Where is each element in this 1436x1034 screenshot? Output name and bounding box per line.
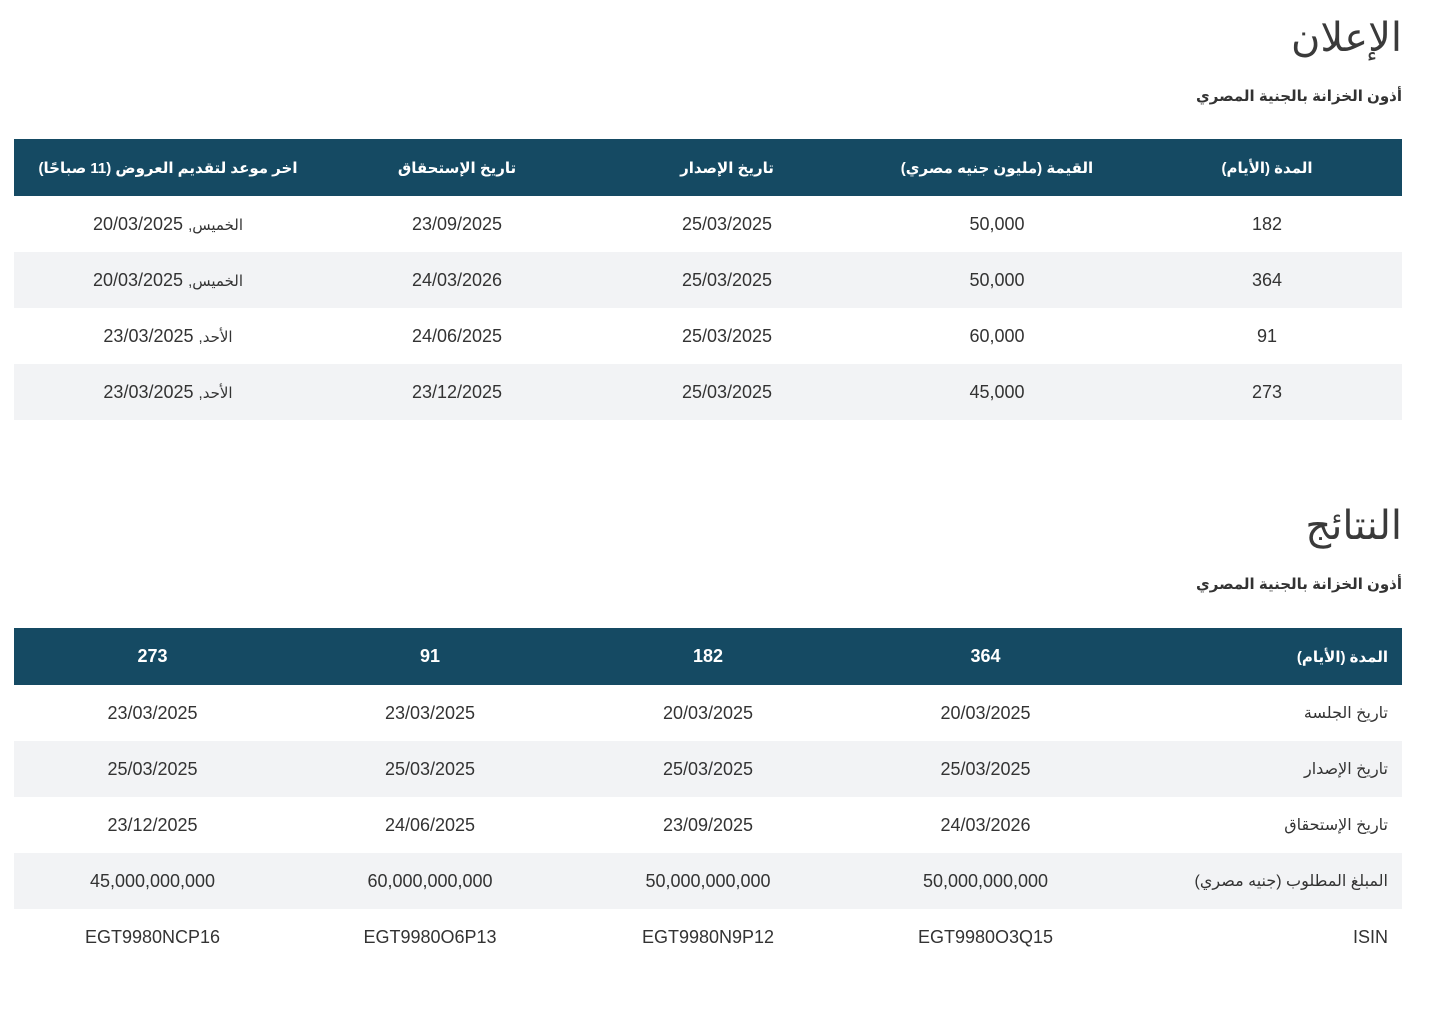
maturity-date-cell: 23/12/2025: [322, 364, 592, 420]
table-cell: 25/03/2025: [291, 741, 569, 797]
announcement-table: المدة (الأيام) القيمة (مليون جنيه مصري) …: [14, 139, 1402, 420]
maturity-date-cell: 24/06/2025: [322, 308, 592, 364]
header-duration: المدة (الأيام): [1132, 139, 1402, 196]
table-cell: 24/06/2025: [291, 797, 569, 853]
table-cell: EGT9980O3Q15: [847, 909, 1124, 965]
row-label: تاريخ الإستحقاق: [1124, 797, 1402, 853]
table-row: 91 60,000 25/03/2025 24/06/2025 الأحد, 2…: [14, 308, 1402, 364]
header-maturity-date: تاريخ الإستحقاق: [322, 139, 592, 196]
row-label: المبلغ المطلوب (جنيه مصري): [1124, 853, 1402, 909]
table-cell: 25/03/2025: [569, 741, 847, 797]
table-cell: 50,000,000,000: [847, 853, 1124, 909]
announcement-subtitle: أذون الخزانة بالجنية المصري: [1196, 88, 1402, 105]
table-cell: EGT9980NCP16: [14, 909, 291, 965]
deadline-date: 20/03/2025: [92, 213, 184, 234]
maturity-date-cell: 24/03/2026: [322, 252, 592, 308]
table-cell: 20/03/2025: [847, 685, 1124, 741]
header-deadline: اخر موعد لتقديم العروض (11 صباحًا): [14, 139, 322, 196]
issue-date-cell: 25/03/2025: [592, 252, 862, 308]
header-issue-date: تاريخ الإصدار: [592, 139, 862, 196]
table-cell: 60,000,000,000: [291, 853, 569, 909]
table-row: تاريخ الإستحقاق 24/03/2026 23/09/2025 24…: [14, 797, 1402, 853]
duration-cell: 182: [1132, 196, 1402, 252]
table-cell: 23/03/2025: [14, 685, 291, 741]
table-cell: 23/12/2025: [14, 797, 291, 853]
header-duration-label: المدة (الأيام): [1124, 628, 1402, 685]
issue-date-cell: 25/03/2025: [592, 364, 862, 420]
deadline-cell: الأحد, 23/03/2025: [14, 308, 322, 364]
value-cell: 50,000: [862, 196, 1132, 252]
table-row: 182 50,000 25/03/2025 23/09/2025 الخميس,…: [14, 196, 1402, 252]
duration-cell: 364: [1132, 252, 1402, 308]
table-cell: 20/03/2025: [569, 685, 847, 741]
table-row: تاريخ الإصدار 25/03/2025 25/03/2025 25/0…: [14, 741, 1402, 797]
table-cell: 23/09/2025: [569, 797, 847, 853]
deadline-date: 23/03/2025: [103, 325, 194, 346]
table-row: تاريخ الجلسة 20/03/2025 20/03/2025 23/03…: [14, 685, 1402, 741]
table-row: 364 50,000 25/03/2025 24/03/2026 الخميس,…: [14, 252, 1402, 308]
table-cell: 50,000,000,000: [569, 853, 847, 909]
results-table: المدة (الأيام) 364 182 91 273 تاريخ الجل…: [14, 628, 1402, 965]
results-table-header: المدة (الأيام) 364 182 91 273: [14, 628, 1402, 685]
row-label: تاريخ الإصدار: [1124, 741, 1402, 797]
deadline-day: الأحد,: [198, 328, 233, 346]
table-cell: 24/03/2026: [847, 797, 1124, 853]
issue-date-cell: 25/03/2025: [592, 308, 862, 364]
row-label: ISIN: [1124, 909, 1402, 965]
value-cell: 50,000: [862, 252, 1132, 308]
deadline-cell: الخميس, 20/03/2025: [14, 196, 322, 252]
table-row: ISIN EGT9980O3Q15 EGT9980N9P12 EGT9980O6…: [14, 909, 1402, 965]
deadline-cell: الخميس, 20/03/2025: [14, 252, 322, 308]
results-subtitle: أذون الخزانة بالجنية المصري: [1196, 576, 1402, 593]
table-row: 273 45,000 25/03/2025 23/12/2025 الأحد, …: [14, 364, 1402, 420]
header-duration-value: 364: [847, 628, 1124, 685]
header-duration-value: 182: [569, 628, 847, 685]
deadline-day: الخميس,: [188, 216, 244, 234]
results-title: النتائج: [1305, 504, 1402, 548]
deadline-date: 20/03/2025: [92, 269, 184, 290]
table-cell: EGT9980N9P12: [569, 909, 847, 965]
deadline-day: الخميس,: [188, 272, 244, 290]
table-cell: 45,000,000,000: [14, 853, 291, 909]
deadline-day: الأحد,: [198, 384, 233, 402]
header-duration-value: 91: [291, 628, 569, 685]
value-cell: 45,000: [862, 364, 1132, 420]
table-cell: 25/03/2025: [14, 741, 291, 797]
value-cell: 60,000: [862, 308, 1132, 364]
table-cell: EGT9980O6P13: [291, 909, 569, 965]
maturity-date-cell: 23/09/2025: [322, 196, 592, 252]
header-value: القيمة (مليون جنيه مصري): [862, 139, 1132, 196]
announcement-title: الإعلان: [1290, 16, 1402, 60]
table-cell: 23/03/2025: [291, 685, 569, 741]
row-label: تاريخ الجلسة: [1124, 685, 1402, 741]
duration-cell: 91: [1132, 308, 1402, 364]
table-cell: 25/03/2025: [847, 741, 1124, 797]
deadline-date: 23/03/2025: [103, 381, 194, 402]
table-row: المبلغ المطلوب (جنيه مصري) 50,000,000,00…: [14, 853, 1402, 909]
issue-date-cell: 25/03/2025: [592, 196, 862, 252]
deadline-cell: الأحد, 23/03/2025: [14, 364, 322, 420]
header-duration-value: 273: [14, 628, 291, 685]
announcement-table-header: المدة (الأيام) القيمة (مليون جنيه مصري) …: [14, 139, 1402, 196]
duration-cell: 273: [1132, 364, 1402, 420]
